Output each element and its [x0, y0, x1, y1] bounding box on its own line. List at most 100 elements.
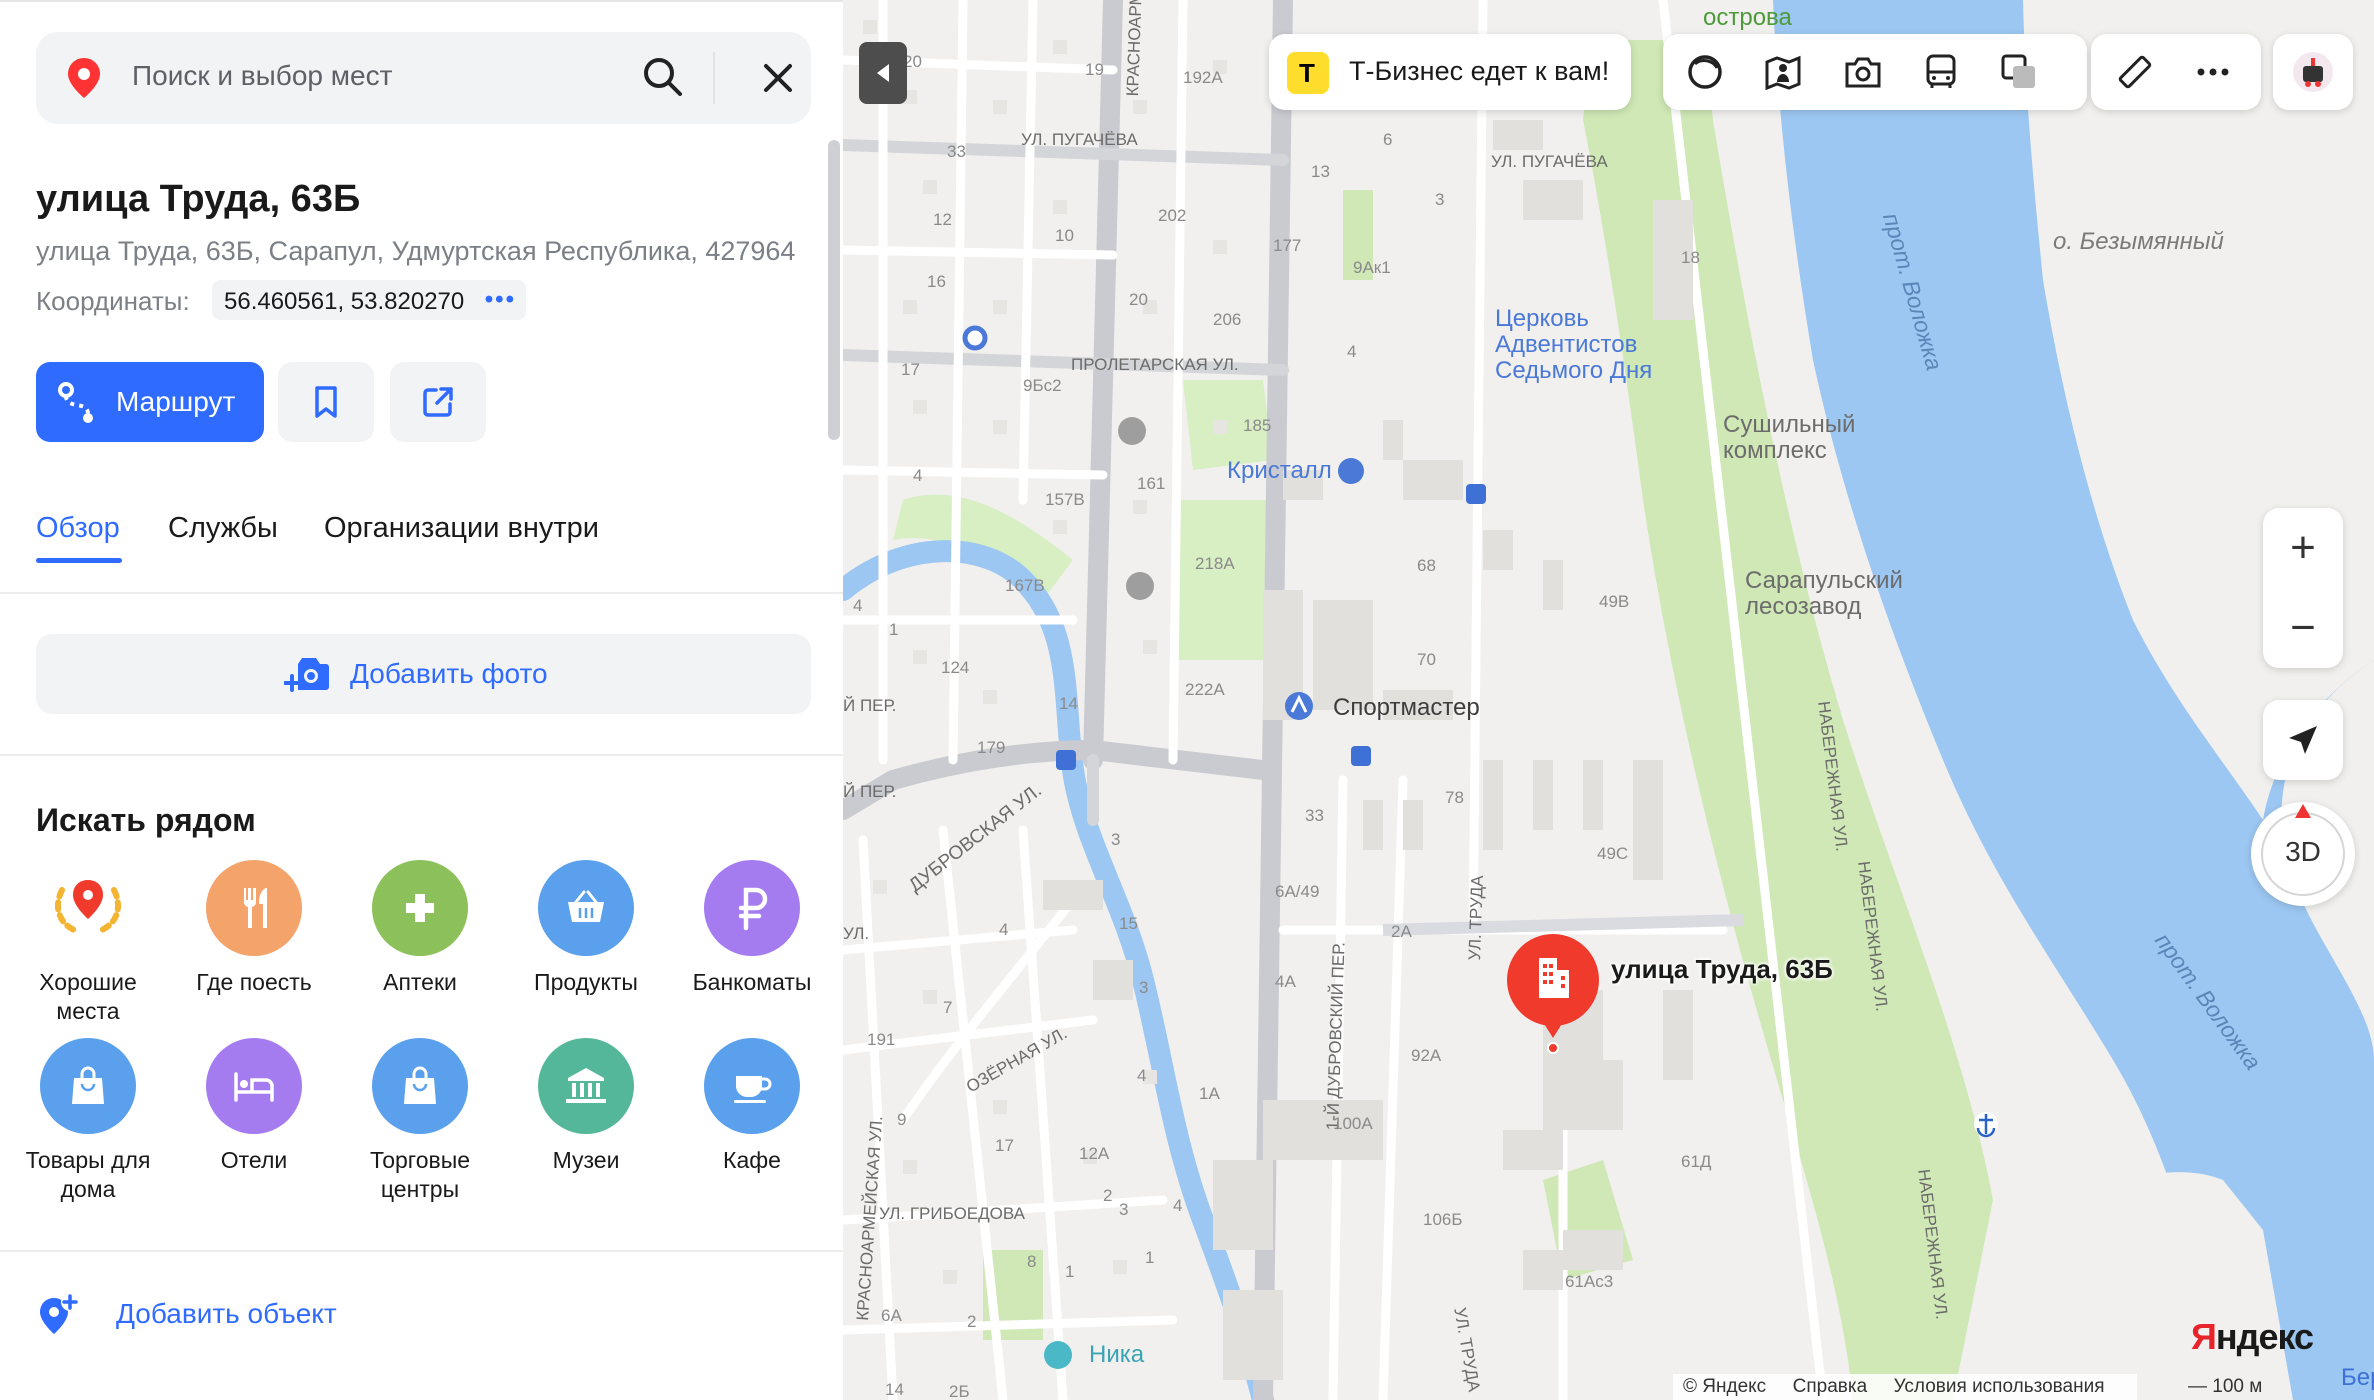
house-number: 179: [977, 738, 1006, 757]
place-marker[interactable]: [1505, 934, 1601, 1059]
add-object-label: Добавить объект: [116, 1298, 337, 1329]
coords-label: Координаты:: [36, 286, 190, 316]
route-button[interactable]: Маршрут: [36, 362, 264, 442]
nearby-cafe[interactable]: Кафе: [672, 1038, 832, 1175]
street-label: УЛ. ПУГАЧЁВА: [1491, 152, 1608, 171]
nearby-malls[interactable]: Торговые центры: [340, 1038, 500, 1204]
bed-icon: [206, 1038, 302, 1134]
yandex-logo-first-letter: Я: [2191, 1316, 2217, 1357]
terms-link[interactable]: Условия использования: [1894, 1376, 2105, 1397]
museum-icon: [538, 1038, 634, 1134]
nearby-label: Музеи: [552, 1147, 620, 1173]
nearby-groceries[interactable]: Продукты: [506, 860, 666, 997]
laurel-pin-icon: [40, 860, 136, 956]
house-number: 161: [1137, 474, 1166, 493]
house-number: 4: [1137, 1066, 1147, 1085]
yandex-logo: Яндекс: [2191, 1316, 2314, 1358]
map-scale: — 100 м: [2188, 1376, 2263, 1397]
poi-sawmill[interactable]: Сарапульский лесозавод: [1745, 568, 1903, 620]
ruler-icon[interactable]: [2115, 52, 2155, 97]
coords-value[interactable]: 56.460561, 53.820270: [224, 288, 464, 316]
tab-organizations-inside[interactable]: Организации внутри: [324, 512, 599, 545]
house-number: 18: [1681, 248, 1700, 267]
panorama-icon[interactable]: [1763, 52, 1803, 92]
house-number: 33: [947, 142, 966, 161]
house-number: 12А: [1079, 1144, 1110, 1163]
poi-kristall[interactable]: Кристалл: [1227, 458, 1332, 484]
bookmark-button[interactable]: [278, 362, 374, 442]
nearby-label: Хорошие места: [39, 969, 137, 1024]
alice-icon[interactable]: [1685, 52, 1725, 92]
nearby-label: Продукты: [534, 969, 638, 995]
bookmark-icon: [315, 386, 337, 418]
close-icon[interactable]: [758, 58, 798, 103]
add-place-icon: [40, 1293, 79, 1334]
house-number: 19: [1085, 60, 1104, 79]
house-number: 3: [1111, 830, 1121, 849]
route-icon: [54, 380, 100, 431]
house-number: 61Ас3: [1565, 1272, 1614, 1291]
nearby-label: Товары для дома: [25, 1147, 151, 1202]
house-number: 15: [1119, 914, 1138, 933]
tab-services[interactable]: Службы: [168, 512, 278, 545]
yandex-maps-app: Поиск и выбор мест улица Труда, 63Б улиц…: [0, 0, 2374, 1400]
nearby-pharmacy[interactable]: Аптеки: [340, 860, 500, 997]
help-link[interactable]: Справка: [1793, 1376, 1868, 1397]
coords-more-button[interactable]: •••: [485, 286, 516, 314]
share-button[interactable]: [390, 362, 486, 442]
house-number: 14: [885, 1380, 904, 1399]
pharmacy-cross-icon: [372, 860, 468, 956]
map-view[interactable]: КРАСНОАРМЕЙСКАЯ УЛ. УЛ. ПУГАЧЁВА УЛ. ПУГ…: [843, 0, 2374, 1400]
house-number: 2: [967, 1312, 977, 1331]
nearby-museums[interactable]: Музеи: [506, 1038, 666, 1175]
profile-button[interactable]: [2273, 34, 2353, 110]
bus-icon[interactable]: [1921, 52, 1961, 92]
house-number: 17: [901, 360, 920, 379]
tbank-logo: T: [1287, 52, 1329, 94]
nearby-atm[interactable]: Банкоматы: [672, 860, 832, 997]
tab-overview[interactable]: Обзор: [36, 512, 120, 545]
route-button-label: Маршрут: [116, 386, 236, 417]
poi-church[interactable]: Церковь Адвентистов Седьмого Дня: [1495, 306, 1652, 384]
copyright-link[interactable]: © Яндекс: [1683, 1376, 1766, 1397]
more-icon[interactable]: [2193, 52, 2233, 97]
place-tabs: Обзор Службы Организации внутри: [0, 502, 843, 594]
zoom-in-button[interactable]: +: [2263, 508, 2343, 588]
house-number: 68: [1417, 556, 1436, 575]
my-location-button[interactable]: [2263, 700, 2343, 780]
house-number: 2А: [1391, 922, 1412, 941]
search-input[interactable]: Поиск и выбор мест: [132, 60, 392, 92]
3d-label: 3D: [2285, 836, 2321, 867]
fork-knife-icon: [206, 860, 302, 956]
search-icon[interactable]: [640, 54, 686, 105]
street-label: УЛ.: [843, 924, 870, 943]
promo-banner[interactable]: T Т-Бизнес едет к вам!: [1269, 34, 1631, 110]
panel-scrollbar[interactable]: [828, 140, 840, 440]
house-number: 49В: [1599, 592, 1630, 611]
map-footer: © Яндекс Справка Условия использования: [1673, 1374, 2137, 1400]
house-number: 70: [1417, 650, 1436, 669]
house-number: 16: [927, 272, 946, 291]
house-number: 49С: [1597, 844, 1629, 863]
nearby-food[interactable]: Где поесть: [174, 860, 334, 997]
camera-icon[interactable]: [1843, 52, 1883, 92]
house-number: 1А: [1199, 1084, 1220, 1103]
poi-sportmaster[interactable]: Спортмастер: [1333, 694, 1480, 722]
nearby-hotels[interactable]: Отели: [174, 1038, 334, 1175]
collapse-panel-button[interactable]: [859, 42, 907, 104]
nearby-home-goods[interactable]: Товары для дома: [8, 1038, 168, 1204]
zoom-out-button[interactable]: −: [2263, 588, 2343, 668]
add-photo-button[interactable]: Добавить фото: [36, 634, 811, 714]
search-bar[interactable]: Поиск и выбор мест: [36, 32, 811, 124]
marker-label: улица Труда, 63Б: [1611, 954, 1833, 984]
nearby-good-places[interactable]: Хорошие места: [8, 860, 168, 1026]
coords-box[interactable]: 56.460561, 53.820270 •••: [212, 280, 526, 320]
house-number: 218А: [1195, 554, 1235, 573]
poi-nika[interactable]: Ника: [1089, 1342, 1144, 1368]
tbank-logo-letter: T: [1299, 58, 1315, 88]
poi-drying-complex[interactable]: Сушильный комплекс: [1723, 412, 1855, 464]
house-number: 13: [1311, 162, 1330, 181]
share-icon: [423, 387, 453, 417]
layers-icon[interactable]: [1999, 52, 2039, 92]
3d-button[interactable]: 3D: [2251, 802, 2355, 906]
